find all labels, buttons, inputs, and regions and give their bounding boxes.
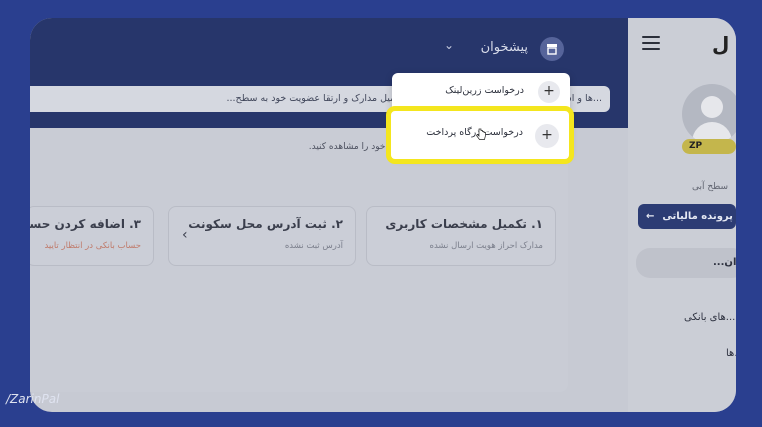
- step-subtitle: مدارک احراز هویت ارسال نشده: [429, 241, 543, 251]
- sidebar-item-dashboard[interactable]: ...وان: [636, 248, 736, 278]
- level-badge: ZP: [682, 139, 736, 154]
- step-subtitle: حساب بانکی در انتظار تایید: [44, 241, 141, 251]
- user-level: سطح آبی: [692, 182, 729, 192]
- main-content: در این بخش می‌توانید وضعیت حساب کاربری خ…: [30, 128, 568, 392]
- step-subtitle: آدرس ثبت نشده: [284, 241, 343, 251]
- step-card-bank-account[interactable]: ۳. اضافه کردن حساب ب... حساب بانکی در ان…: [30, 206, 154, 266]
- sidebar: ل ZP سطح آبی ←پرونده مالیاتی ...وان ...ه…: [628, 18, 736, 412]
- zarinpal-watermark: /ZarinPal: [6, 392, 60, 406]
- menu-item-zarinlink[interactable]: درخواست زرین‌لینک +: [392, 75, 570, 109]
- chevron-left-icon[interactable]: ‹: [182, 227, 188, 243]
- avatar[interactable]: [682, 84, 736, 144]
- plus-icon: +: [535, 124, 559, 148]
- step-title: ۳. اضافه کردن حساب ب...: [30, 217, 141, 231]
- chevron-down-icon[interactable]: ⌄: [444, 38, 454, 52]
- plus-icon: +: [538, 81, 560, 103]
- hand-cursor-icon: [476, 128, 486, 140]
- sidebar-item-other[interactable]: ...ها: [726, 348, 736, 359]
- page-title: پیشخوان: [480, 40, 528, 55]
- step-title: ۲. ثبت آدرس محل سکونت: [188, 217, 343, 231]
- arrow-left-icon: ←: [646, 211, 655, 222]
- sidebar-item-bank-accounts[interactable]: ...های بانکی: [684, 312, 735, 323]
- app-window: پیشخوان ⌄ ...ها و استفاده از سایر خدمات …: [30, 18, 736, 412]
- step-card-address[interactable]: ۲. ثبت آدرس محل سکونت آدرس ثبت نشده: [168, 206, 356, 266]
- step-title: ۱. تکمیل مشخصات کاربری: [385, 217, 543, 231]
- shop-icon: [540, 37, 564, 61]
- hamburger-menu-icon[interactable]: [642, 36, 660, 54]
- step-card-profile[interactable]: ۱. تکمیل مشخصات کاربری مدارک احراز هویت …: [366, 206, 556, 266]
- tax-file-button[interactable]: ← پرونده مالیاتی: [638, 204, 736, 229]
- logo: ل: [712, 32, 730, 56]
